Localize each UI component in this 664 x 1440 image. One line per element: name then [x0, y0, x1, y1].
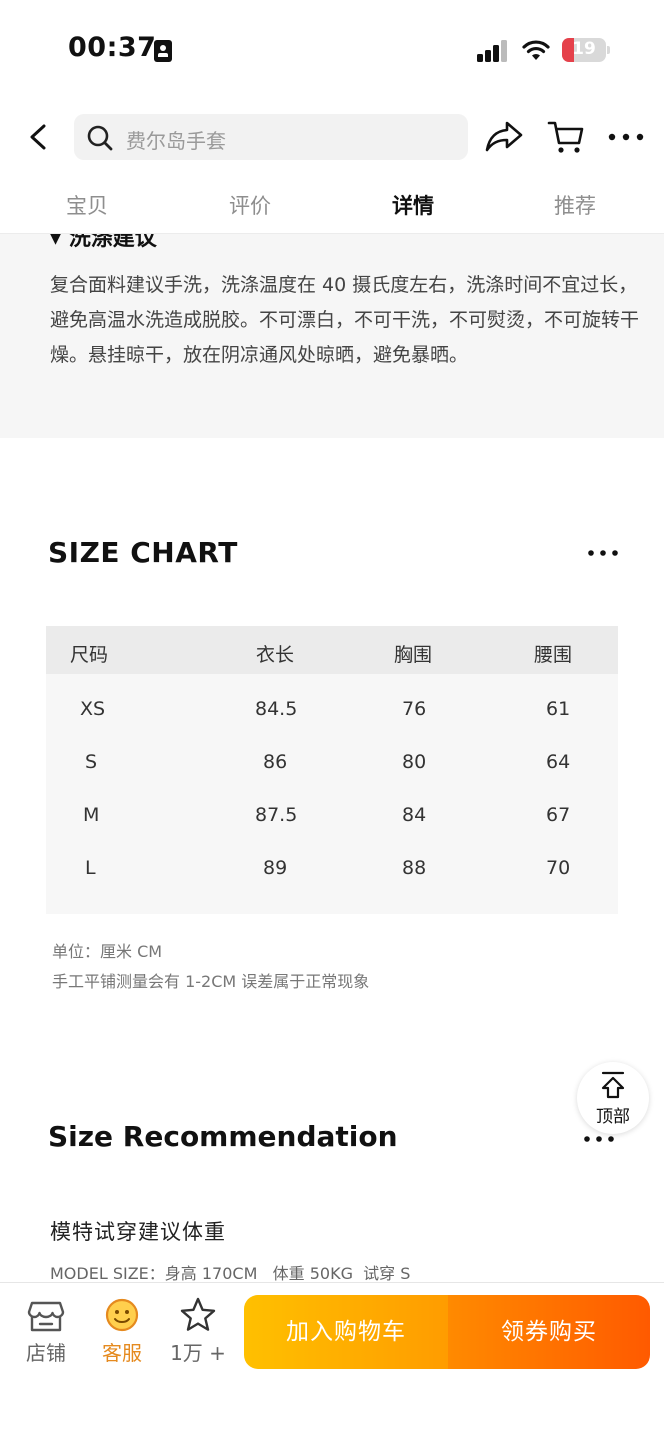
customer-service-label: 客服 — [102, 1341, 142, 1365]
unit-note: 单位：厘米 CM — [52, 942, 163, 961]
table-cell: 87.5 — [255, 804, 298, 826]
table-header: 尺码 衣长 胸围 腰围 — [46, 626, 618, 674]
table-cell: 70 — [546, 857, 571, 879]
header-length: 衣长 — [256, 644, 295, 666]
wifi-icon — [522, 40, 550, 60]
model-weight-subtitle: 模特试穿建议体重 — [50, 1220, 226, 1244]
table-cell: 64 — [546, 751, 571, 773]
arrow-up-icon — [601, 1071, 625, 1099]
header-chest: 胸围 — [394, 644, 433, 666]
tab-reviews[interactable]: 评价 — [205, 190, 295, 220]
care-text: 复合面料建议手洗，洗涤温度在 40 摄氏度左右，洗涤时间不宜过长，避免高温水洗造… — [50, 274, 640, 366]
search-placeholder: 费尔岛手套 — [126, 129, 226, 153]
nav-bar: 费尔岛手套 — [0, 110, 664, 166]
shop-button[interactable]: 店铺 — [14, 1297, 78, 1366]
more-icon[interactable] — [586, 544, 620, 562]
tab-recommend[interactable]: 推荐 — [530, 190, 620, 220]
table-cell: 84.5 — [255, 698, 298, 720]
table-cell: 89 — [263, 857, 288, 879]
care-section: ▾ 洗涤建议 复合面料建议手洗，洗涤温度在 40 摄氏度左右，洗涤时间不宜过长，… — [0, 234, 664, 438]
header-waist: 腰围 — [534, 644, 573, 666]
customer-service-button[interactable]: 客服 — [90, 1297, 154, 1366]
tab-item[interactable]: 宝贝 — [42, 190, 132, 220]
id-card-icon — [154, 40, 172, 62]
bottom-action-bar: 店铺 客服 1万 + 加入购物车 领券购买 — [0, 1282, 664, 1440]
table-cell: L — [85, 857, 96, 879]
table-cell: 86 — [263, 751, 288, 773]
table-cell: S — [85, 751, 98, 773]
table-cell: M — [83, 804, 100, 826]
care-title: ▾ 洗涤建议 — [50, 234, 157, 252]
table-cell: XS — [80, 698, 106, 720]
share-icon[interactable] — [484, 118, 524, 154]
favorite-count: 1万 + — [170, 1341, 226, 1365]
more-icon[interactable] — [606, 124, 646, 150]
back-icon[interactable] — [22, 120, 56, 154]
star-icon — [180, 1297, 216, 1331]
size-recommendation-title: Size Recommendation — [48, 1120, 398, 1153]
care-title-text: 洗涤建议 — [68, 234, 157, 251]
favorite-button[interactable]: 1万 + — [166, 1297, 230, 1366]
shop-label: 店铺 — [26, 1341, 66, 1365]
table-cell: 76 — [402, 698, 427, 720]
size-table: 尺码 衣长 胸围 腰围 XS 84.5 76 61 S 86 80 64 M 8… — [46, 626, 618, 914]
buy-with-coupon-button[interactable]: 领券购买 — [448, 1295, 650, 1369]
table-cell: 84 — [402, 804, 427, 826]
status-time: 00:37 — [68, 32, 157, 63]
battery-level: 19 — [572, 39, 596, 59]
tab-bar: 宝贝 评价 详情 推荐 — [0, 184, 664, 234]
model-size-text: MODEL SIZE：身高 170CM 体重 50KG 试穿 S — [50, 1264, 411, 1283]
search-icon — [87, 125, 113, 151]
table-cell: 80 — [402, 751, 427, 773]
customer-service-icon — [105, 1298, 139, 1332]
signal-icon — [477, 40, 509, 62]
header-size: 尺码 — [70, 644, 109, 666]
table-cell: 88 — [402, 857, 427, 879]
more-icon[interactable] — [582, 1130, 616, 1148]
cart-icon[interactable] — [546, 118, 586, 156]
battery-icon: 19 — [562, 38, 606, 62]
status-bar: 00:37 19 — [0, 0, 664, 100]
back-to-top-button[interactable]: 顶部 — [577, 1062, 649, 1134]
shop-icon — [27, 1301, 65, 1332]
back-to-top-label: 顶部 — [596, 1107, 630, 1127]
size-chart-title: SIZE CHART — [48, 536, 238, 569]
tab-details[interactable]: 详情 — [368, 190, 458, 220]
table-cell: 61 — [546, 698, 571, 720]
search-input[interactable]: 费尔岛手套 — [74, 114, 468, 160]
table-cell: 67 — [546, 804, 571, 826]
battery-tip — [607, 46, 610, 54]
error-note: 手工平铺测量会有 1-2CM 误差属于正常现象 — [52, 972, 370, 991]
add-to-cart-button[interactable]: 加入购物车 — [244, 1295, 448, 1369]
